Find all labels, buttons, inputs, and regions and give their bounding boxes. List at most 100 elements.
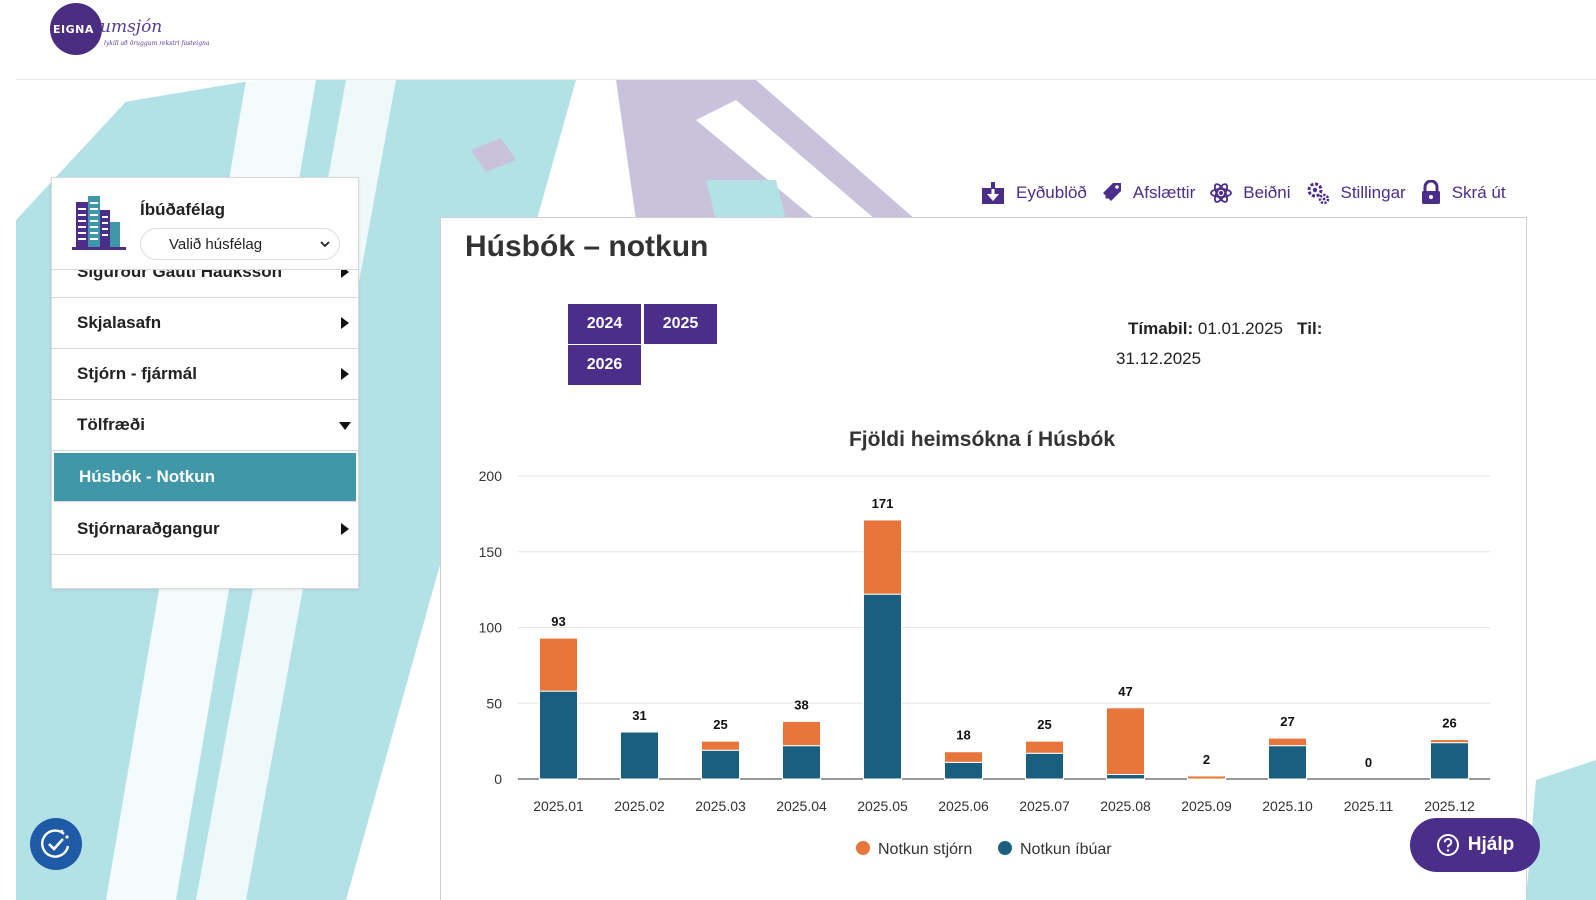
bar-segment <box>539 637 578 692</box>
sidebar-item-husbok-notkun[interactable]: Húsbók - Notkun <box>54 453 356 502</box>
caret-right-icon <box>341 317 349 329</box>
x-tick-label: 2025.12 <box>1424 798 1475 814</box>
sidebar-item-label: Skjalasafn <box>77 313 162 332</box>
sidebar-item-skjalasafn[interactable]: Skjalasafn <box>52 298 358 349</box>
nav-skra-ut[interactable]: Skrá út <box>1420 180 1506 206</box>
download-box-icon <box>982 182 1004 204</box>
bar-segment <box>944 751 983 763</box>
x-tick-label: 2025.01 <box>533 798 584 814</box>
association-select-value: Valið húsfélag <box>169 235 263 253</box>
sidebar: Íbúðafélag Valið húsfélag Sigurður Gauti… <box>51 177 359 589</box>
chart-title: Fjöldi heimsókna í Húsbók <box>849 428 1115 451</box>
logo-eigna-text: EIGNA <box>53 23 94 36</box>
nav-label: Skrá út <box>1451 183 1506 202</box>
nav-label: Eyðublöð <box>1016 183 1087 202</box>
nav-label: Stillingar <box>1340 183 1406 202</box>
y-tick-label: 0 <box>494 771 502 787</box>
bar-segment <box>782 720 821 747</box>
bar-segment <box>782 745 821 780</box>
visits-chart: Fjöldi heimsókna í Húsbók 0 50 100 150 200 93 2… <box>479 428 1490 858</box>
x-tick-label: 2025.06 <box>938 798 989 814</box>
bar-segment <box>1106 707 1145 775</box>
accessibility-icon <box>41 829 70 858</box>
bar-segment <box>1187 775 1226 780</box>
bar-segment <box>944 761 983 780</box>
nav-beidni[interactable]: Beiðni <box>1209 181 1291 205</box>
bar-total-label: 2 <box>1203 752 1210 767</box>
legend-label: Notkun íbúar <box>1020 841 1112 858</box>
bar-total-label: 25 <box>713 717 727 732</box>
legend-label: Notkun stjórn <box>878 841 972 858</box>
bar-segment <box>539 690 578 780</box>
bar-segment <box>701 740 740 751</box>
sidebar-item-tolfraedi[interactable]: Tölfræði <box>52 400 358 451</box>
bar-total-label: 31 <box>632 708 646 723</box>
question-circle-icon <box>1436 834 1459 856</box>
bar-segment <box>1430 742 1469 780</box>
chevron-down-icon <box>320 241 330 248</box>
x-tick-label: 2025.09 <box>1181 798 1232 814</box>
buildings-icon <box>72 196 126 250</box>
bar-segment <box>863 519 902 595</box>
top-nav: Eyðublöð Afslættir Beiðni Stillingar Skr… <box>980 176 1520 210</box>
sidebar-item-label: Stjórn - fjármál <box>77 364 197 383</box>
eignaumsjon-logo[interactable]: EIGNA umsjón lykill að öruggum rekstri f… <box>50 3 220 55</box>
main-panel: Húsbók – notkun 2024 2025 2026 Tímabil: … <box>440 217 1527 900</box>
nav-afslaettir[interactable]: Afslættir <box>1101 181 1195 205</box>
legend-marker <box>856 841 870 855</box>
logo-umsjon-text: umsjón <box>100 17 163 37</box>
bar-segment <box>1106 773 1145 780</box>
bar-total-label: 171 <box>872 496 894 511</box>
x-tick-label: 2025.07 <box>1019 798 1070 814</box>
nav-label: Beiðni <box>1243 183 1291 202</box>
x-tick-label: 2025.11 <box>1344 798 1394 814</box>
bar-segment <box>1430 739 1469 744</box>
bar-segment <box>1025 752 1064 780</box>
association-selector-panel: Íbúðafélag Valið húsfélag <box>52 178 358 270</box>
bar-total-label: 0 <box>1365 755 1372 770</box>
x-tick-label: 2025.04 <box>776 798 827 814</box>
sidebar-item-stjornaradgangur[interactable]: Stjórnaraðgangur <box>52 504 358 555</box>
gears-icon <box>1307 182 1329 205</box>
x-tick-label: 2025.05 <box>857 798 908 814</box>
bar-segment <box>1025 740 1064 754</box>
logo-tagline: lykill að öruggum rekstri fasteigna <box>104 40 210 47</box>
bar-total-label: 47 <box>1118 684 1132 699</box>
bar-segment <box>620 731 659 780</box>
x-tick-label: 2025.08 <box>1100 798 1151 814</box>
bar-total-label: 93 <box>551 614 565 629</box>
tag-icon <box>1102 183 1121 201</box>
y-tick-label: 50 <box>486 695 502 711</box>
accessibility-button[interactable] <box>30 818 82 870</box>
help-button[interactable]: Hjálp <box>1410 818 1540 872</box>
bar-segment <box>1268 745 1307 780</box>
sidebar-item-stjorn-fjarmal[interactable]: Stjórn - fjármál <box>52 349 358 400</box>
caret-right-icon <box>341 368 349 380</box>
nav-eydublod[interactable]: Eyðublöð <box>980 180 1087 206</box>
x-tick-label: 2025.10 <box>1262 798 1313 814</box>
sidebar-item-label: Stjórnaraðgangur <box>77 519 220 538</box>
nav-label: Afslættir <box>1132 183 1196 202</box>
bar-segment <box>1268 737 1307 747</box>
caret-down-icon <box>339 422 351 430</box>
sidebar-item-label: Húsbók - Notkun <box>79 467 215 486</box>
bar-total-label: 26 <box>1442 716 1456 731</box>
y-tick-label: 200 <box>479 468 503 484</box>
lock-icon <box>1421 180 1440 204</box>
sidebar-item-label: Tölfræði <box>77 415 145 434</box>
help-label: Hjálp <box>1467 834 1515 855</box>
legend-marker <box>998 841 1012 855</box>
bar-total-label: 18 <box>956 728 970 743</box>
bar-segment <box>701 749 740 780</box>
top-bar: EIGNA umsjón lykill að öruggum rekstri f… <box>0 0 1596 80</box>
bar-total-label: 25 <box>1037 717 1051 732</box>
bar-total-label: 38 <box>794 697 808 712</box>
bar-total-label: 27 <box>1280 714 1294 729</box>
x-tick-label: 2025.03 <box>695 798 746 814</box>
association-select[interactable]: Valið húsfélag <box>140 228 340 260</box>
x-tick-label: 2025.02 <box>614 798 665 814</box>
association-label: Íbúðafélag <box>140 200 226 219</box>
y-tick-label: 100 <box>479 620 503 636</box>
bar-segment <box>863 593 902 780</box>
nav-stillingar[interactable]: Stillingar <box>1305 180 1406 206</box>
